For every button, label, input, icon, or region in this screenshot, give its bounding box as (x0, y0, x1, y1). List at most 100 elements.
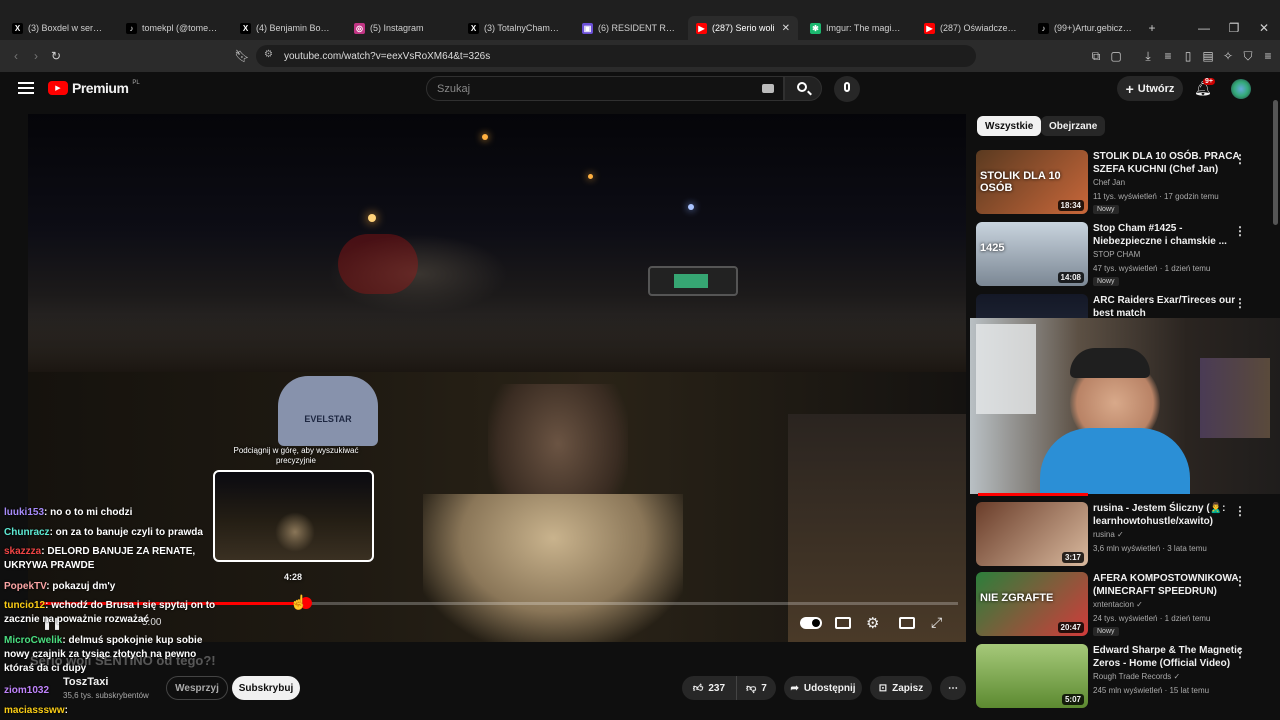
browser-tab[interactable]: X (4) Benjamin Bok w se (232, 16, 342, 40)
dislike-count: 7 (761, 682, 767, 694)
related-thumbnail[interactable]: NIE ZGRAFTE 20:47 (976, 572, 1088, 636)
theater-mode-icon[interactable] (899, 617, 915, 629)
related-channel[interactable]: STOP CHAM (1093, 250, 1140, 259)
create-button[interactable]: + Utwórz (1117, 76, 1183, 101)
browser-tab[interactable]: X (3) Boxdel w serwisie X (4, 16, 114, 40)
save-button[interactable]: ⊡ Zapisz (870, 676, 932, 700)
related-video-item[interactable]: 1425 14:08 Stop Cham #1425 - Niebezpieczne… (976, 222, 1276, 286)
subtitles-icon[interactable] (835, 617, 851, 629)
dislike-button[interactable]: 👎︎ 7 (736, 676, 776, 700)
plus-icon: + (1125, 80, 1134, 97)
related-channel[interactable]: rusina ✓ (1093, 530, 1124, 539)
related-video-item[interactable]: NIE ZGRAFTE 20:47 AFERA KOMPOSTOWNIKOWA (M… (976, 572, 1276, 636)
related-title[interactable]: ARC Raiders Exar/Tireces our best match (1093, 294, 1243, 318)
related-channel[interactable]: Chef Jan (1093, 178, 1125, 187)
related-menu-icon[interactable]: ⋮ (1234, 646, 1246, 660)
channel-name[interactable]: ToszTaxi (63, 676, 108, 688)
verified-icon: ✓ (1133, 600, 1143, 609)
related-title[interactable]: Edward Sharpe & The Magnetic Zeros - Hom… (1093, 644, 1243, 670)
keyboard-icon[interactable] (762, 84, 774, 93)
tab-title: (3) Boxdel w serwisie X (28, 23, 106, 33)
share-button[interactable]: ➦ Udostępnij (784, 676, 862, 700)
related-menu-icon[interactable]: ⋮ (1234, 296, 1246, 310)
related-video-item[interactable]: ARC Raiders Exar/Tireces our best match ⋮ (976, 294, 1276, 318)
chat-username: Chunracz (4, 527, 50, 538)
window-minimize-button[interactable]: — (1196, 20, 1212, 36)
share-label: Udostępnij (803, 682, 856, 694)
related-thumbnail[interactable]: 5:07 (976, 644, 1088, 708)
watched-progress (978, 493, 1088, 496)
url-bar[interactable]: ⚙ youtube.com/watch?v=eexVsRoXM64&t=326s (256, 45, 976, 67)
youtube-logo[interactable]: ▶ Premium PL (48, 80, 140, 96)
related-menu-icon[interactable]: ⋮ (1234, 504, 1246, 518)
related-title[interactable]: AFERA KOMPOSTOWNIKOWA (MINECRAFT SPEEDRU… (1093, 572, 1243, 598)
page-scrollbar[interactable] (1273, 100, 1278, 225)
related-thumbnail[interactable] (976, 294, 1088, 318)
hamburger-menu-icon[interactable] (18, 80, 34, 96)
subscribe-button[interactable]: Subskrybuj (232, 676, 300, 700)
related-thumbnail[interactable]: 3:17 (976, 502, 1088, 566)
sidebar-icon[interactable]: ▯ (1180, 48, 1196, 64)
browser-tab[interactable]: X (3) TotalnyChampion (460, 16, 570, 40)
browser-tab[interactable]: ✱ Imgur: The magic of th (802, 16, 912, 40)
search-button[interactable] (784, 76, 822, 101)
screenshot-icon[interactable]: ▢ (1108, 48, 1124, 64)
like-button[interactable]: 👍︎ 237 (682, 676, 736, 700)
autoplay-toggle[interactable] (800, 617, 822, 629)
related-thumbnail[interactable]: 1425 14:08 (976, 222, 1088, 286)
browser-tab[interactable]: ◎ (5) Instagram (346, 16, 456, 40)
browser-tab[interactable]: ▶ (287) Oświadczenie Pr (916, 16, 1026, 40)
related-video-item[interactable]: 5:07 Edward Sharpe & The Magnetic Zeros -… (976, 644, 1276, 708)
related-title[interactable]: rusina - Jestem Śliczny (🙎‍♂️: learnhowt… (1093, 502, 1243, 528)
verified-icon: ✓ (1171, 672, 1181, 681)
wallet-icon[interactable]: ▤ (1200, 48, 1216, 64)
search-input[interactable]: Szukaj (426, 76, 784, 101)
filter-chip-all[interactable]: Wszystkie (977, 116, 1042, 136)
related-video-item[interactable]: 3:17 rusina - Jestem Śliczny (🙎‍♂️: learn… (976, 502, 1276, 566)
related-title[interactable]: Stop Cham #1425 - Niebezpieczne i chamsk… (1093, 222, 1243, 248)
fullscreen-icon[interactable]: ⤢ (931, 614, 942, 631)
back-icon[interactable]: ‹ (8, 48, 24, 64)
browser-tab[interactable]: ▣ (6) RESIDENT REQUIEM (574, 16, 684, 40)
new-badge: Nowy (1093, 277, 1119, 286)
new-tab-button[interactable]: + (1144, 20, 1160, 36)
window-maximize-button[interactable]: ❐ (1226, 20, 1242, 36)
related-menu-icon[interactable]: ⋮ (1234, 574, 1246, 588)
related-video-item[interactable]: STOLIK DLA 10 OSÓB 18:34 STOLIK DLA 10 OSÓ… (976, 150, 1276, 214)
browser-tab[interactable]: ▶ (287) Serio woli ✕ (688, 16, 798, 40)
more-actions-button[interactable]: ⋯ (940, 676, 966, 700)
notification-badge: 9+ (1203, 78, 1215, 85)
related-thumbnail[interactable]: STOLIK DLA 10 OSÓB 18:34 (976, 150, 1088, 214)
related-channel[interactable]: xntentacion ✓ (1093, 600, 1143, 609)
vpn-icon[interactable]: ⛉ (1240, 48, 1256, 64)
site-info-icon[interactable]: ⚙ (264, 49, 273, 60)
menu-icon[interactable]: ≡ (1260, 48, 1276, 64)
filter-chip-watched[interactable]: Obejrzane (1041, 116, 1106, 136)
settings-gear-icon[interactable]: ⚙ (866, 614, 879, 632)
support-button[interactable]: Wesprzyj (166, 676, 228, 700)
tab-close-icon[interactable]: ✕ (782, 23, 790, 34)
related-title[interactable]: STOLIK DLA 10 OSÓB. PRACA SZEFA KUCHNI (… (1093, 150, 1243, 176)
tab-favicon-icon: ▶ (924, 22, 935, 34)
tab-favicon-icon: ◎ (354, 22, 365, 34)
browser-tab[interactable]: ♪ tomekpl (@tomekplgn (118, 16, 228, 40)
related-channel[interactable]: Rough Trade Records ✓ (1093, 672, 1180, 681)
dashcam-device (648, 266, 738, 296)
headrest-cover: EVELSTAR (278, 376, 378, 446)
download-icon[interactable]: ⤓ (1140, 48, 1156, 64)
related-menu-icon[interactable]: ⋮ (1234, 224, 1246, 238)
history-icon[interactable]: ≡ (1160, 48, 1176, 64)
chat-username: luuki153 (4, 507, 45, 518)
related-channel-name: xntentacion (1093, 600, 1134, 609)
video-duration: 3:17 (1061, 552, 1084, 563)
related-menu-icon[interactable]: ⋮ (1234, 152, 1246, 166)
extensions-icon[interactable]: ⧉ (1088, 48, 1104, 64)
reload-icon[interactable]: ↻ (48, 48, 64, 64)
leo-icon[interactable]: ✧ (1220, 48, 1236, 64)
avatar[interactable] (1231, 79, 1251, 99)
forward-icon[interactable]: › (28, 48, 44, 64)
window-close-button[interactable]: ✕ (1256, 20, 1272, 36)
voice-search-button[interactable] (834, 76, 860, 102)
browser-tab[interactable]: ♪ (99+)Artur.gebicz (@a (1030, 16, 1140, 40)
bookmark-icon[interactable]: 🔖︎ (234, 48, 250, 64)
